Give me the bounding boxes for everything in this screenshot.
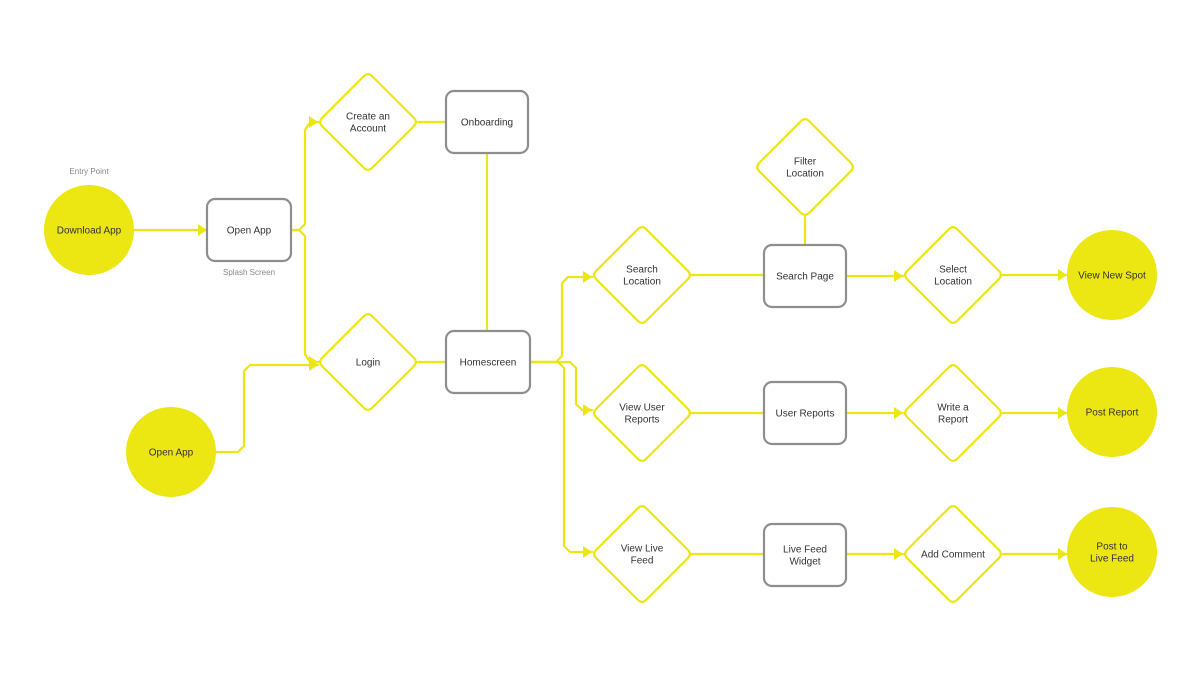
arrowhead-icon <box>894 548 903 560</box>
edge-open-app-screen-to-create-account <box>289 116 320 232</box>
node-live-feed-widget[interactable]: Live Feed Widget <box>762 522 848 588</box>
arrowhead-icon <box>198 224 207 236</box>
edge-download-app-to-open-app-screen <box>132 224 209 236</box>
node-homescreen[interactable]: Homescreen <box>444 329 532 395</box>
node-label: Create an Account <box>346 112 390 135</box>
arrowhead-icon <box>309 116 318 128</box>
caption-above: Entry Point <box>69 167 109 176</box>
nodes-layer: Download App Entry Point Open App Splash Sc… <box>44 73 1157 603</box>
arrowhead-icon <box>1058 269 1067 281</box>
user-flow-diagram: Download App Entry Point Open App Splash Sc… <box>44 73 1157 603</box>
node-filter-location[interactable]: Filter Location <box>756 118 854 216</box>
node-create-account[interactable]: Create an Account <box>319 73 417 171</box>
connector-line <box>528 360 594 412</box>
edge-select-location-to-view-new-spot <box>1001 269 1069 281</box>
node-label: Search Page <box>776 272 834 283</box>
node-view-new-spot[interactable]: View New Spot <box>1067 230 1157 320</box>
node-label: View User Reports <box>619 403 665 426</box>
node-onboarding[interactable]: Onboarding <box>444 89 530 155</box>
node-label: Open App <box>149 448 194 459</box>
arrowhead-icon <box>1058 407 1067 419</box>
node-label: Login <box>356 358 380 369</box>
edges-layer <box>132 116 1069 560</box>
node-search-page[interactable]: Search Page <box>762 243 848 309</box>
node-label: User Reports <box>776 409 835 420</box>
node-label: Homescreen <box>460 358 517 369</box>
node-label: Onboarding <box>461 118 513 129</box>
edge-add-comment-to-post-live-feed <box>1001 548 1069 560</box>
node-label: Download App <box>57 226 122 237</box>
node-label: Open App <box>227 226 272 237</box>
node-label: Write a Report <box>937 403 969 426</box>
node-label: View New Spot <box>1078 271 1146 282</box>
node-add-comment[interactable]: Add Comment <box>904 505 1002 603</box>
node-label: Add Comment <box>921 550 985 561</box>
node-view-live-feed[interactable]: View Live Feed <box>593 505 691 603</box>
arrowhead-icon <box>894 407 903 419</box>
arrowhead-icon <box>583 404 592 416</box>
node-open-app-entry[interactable]: Open App <box>126 407 216 497</box>
edge-open-app-entry-to-login <box>214 359 320 454</box>
edge-search-page-to-select-location <box>844 270 905 282</box>
edge-homescreen-to-view-user-reports <box>528 360 594 416</box>
node-search-location[interactable]: Search Location <box>593 226 691 324</box>
arrowhead-icon <box>583 271 592 283</box>
connector-line <box>214 363 320 454</box>
connector-line <box>528 275 594 364</box>
caption-below: Splash Screen <box>223 268 275 277</box>
node-user-reports[interactable]: User Reports <box>762 380 848 446</box>
connector-line <box>289 120 320 232</box>
arrowhead-icon <box>583 546 592 558</box>
edge-write-report-to-post-report <box>1001 407 1069 419</box>
connector-line <box>528 360 594 554</box>
edge-homescreen-to-search-location <box>528 271 594 364</box>
node-post-report[interactable]: Post Report <box>1067 367 1157 457</box>
node-view-user-reports[interactable]: View User Reports <box>593 364 691 462</box>
node-post-live-feed[interactable]: Post to Live Feed <box>1067 507 1157 597</box>
node-label: Live Feed Widget <box>783 545 827 568</box>
arrowhead-icon <box>1058 548 1067 560</box>
edge-open-app-screen-to-login <box>289 228 320 368</box>
node-login[interactable]: Login <box>319 313 417 411</box>
arrowhead-icon <box>894 270 903 282</box>
node-label: Post to Live Feed <box>1090 542 1134 565</box>
edge-live-feed-widget-to-add-comment <box>844 548 905 560</box>
node-select-location[interactable]: Select Location <box>904 226 1002 324</box>
node-label: Search Location <box>623 265 661 288</box>
edge-homescreen-to-view-live-feed <box>528 360 594 558</box>
node-download-app[interactable]: Download App Entry Point <box>44 167 134 275</box>
node-write-report[interactable]: Write a Report <box>904 364 1002 462</box>
node-open-app-screen[interactable]: Open App Splash Screen <box>205 197 293 277</box>
connector-line <box>289 228 320 364</box>
edge-user-reports-to-write-report <box>844 407 905 419</box>
node-label: Select Location <box>934 265 972 288</box>
node-label: Post Report <box>1086 408 1139 419</box>
